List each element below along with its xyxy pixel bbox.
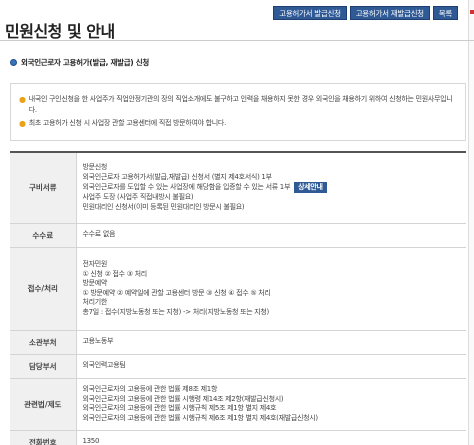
- scrollbar[interactable]: [468, 0, 474, 445]
- docs-line: 외국인근로자를 도입할 수 있는 사업장에 해당함을 입증할 수 있는 서류 1…: [82, 183, 291, 192]
- list-button[interactable]: 목록: [432, 6, 458, 20]
- notice-text: 내국인 구인신청을 한 사업주가 직업안정기관의 장의 직업소개에도 불구하고 …: [28, 95, 453, 114]
- notice-item: ● 내국인 구인신청을 한 사업주가 직업안정기관의 장의 직업소개에도 불구하고…: [19, 94, 457, 116]
- process-line: ① 방문예약 ② 예약일에 관할 고용센터 방문 ③ 신청 ④ 접수 ⑤ 처리: [82, 288, 271, 297]
- row-label-ministry: 소관부처: [10, 330, 76, 355]
- reissue-apply-button[interactable]: 고용허가서 재발급신청: [349, 6, 430, 20]
- process-line: 처리기한: [82, 298, 108, 306]
- table-row: 구비서류 방문신청 외국인근로자 고용허가서(발급,재발급) 신청서 (별지 제…: [10, 152, 466, 224]
- table-row: 전화번호 1350: [10, 430, 466, 445]
- notice-box: ● 내국인 구인신청을 한 사업주가 직업안정기관의 장의 직업소개에도 불구하고…: [10, 83, 466, 141]
- fee-value: 수수료 없음: [75, 223, 466, 248]
- laws-cell: 외국인근로자의 고용등에 관한 법률 제8조 제1항 외국인근로자의 고용등에 …: [75, 378, 466, 431]
- lightbulb-icon: ●: [19, 119, 26, 128]
- section-label: 외국인근로자 고용허가(발급, 재발급) 신청: [21, 58, 149, 67]
- process-line: 전자민원: [82, 260, 108, 268]
- table-row: 접수/처리 전자민원 ① 신청 ② 접수 ③ 처리 방문예약 ① 방문예약 ② …: [10, 247, 466, 331]
- process-line: ① 신청 ② 접수 ③ 처리: [82, 269, 148, 278]
- title-divider: [0, 40, 474, 41]
- process-line: 방문예약: [82, 279, 108, 287]
- row-label-docs: 구비서류: [10, 152, 76, 224]
- table-row: 담당부서 외국인력고용팀: [10, 354, 466, 379]
- notice-text: 최초 고용허가 신청 시 사업장 관할 고용센터에 직접 방문하여야 합니다.: [28, 119, 227, 127]
- ministry-value: 고용노동부: [75, 330, 466, 355]
- law-line: 외국인근로자의 고용등에 관한 법률 제8조 제1항: [82, 385, 218, 393]
- top-button-group: 고용허가서 발급신청 고용허가서 재발급신청 목록: [273, 6, 458, 20]
- table-row: 관련법/제도 외국인근로자의 고용등에 관한 법률 제8조 제1항 외국인근로자…: [10, 378, 466, 431]
- bullet-circle-icon: [10, 59, 17, 66]
- row-label-laws: 관련법/제도: [10, 378, 76, 431]
- issue-apply-button[interactable]: 고용허가서 발급신청: [273, 6, 347, 20]
- docs-line: 민원대리인 신청서(이미 등록된 민원대리인 방문시 불필요): [82, 202, 245, 211]
- row-label-process: 접수/처리: [10, 247, 76, 331]
- table-row: 소관부처 고용노동부: [10, 330, 466, 355]
- scroll-marker-icon: [470, 10, 474, 14]
- law-line: 외국인근로자의 고용등에 관한 법률 시행령 제14조 제2항(재발급신청시): [82, 394, 284, 403]
- detail-info-button[interactable]: 상세안내: [294, 182, 327, 194]
- process-cell: 전자민원 ① 신청 ② 접수 ③ 처리 방문예약 ① 방문예약 ② 예약일에 관…: [75, 247, 466, 331]
- row-label-phone: 전화번호: [10, 430, 76, 445]
- docs-line: 사업주 도장 (사업주 직접내방시 불필요): [82, 193, 194, 202]
- docs-line: 방문신청: [82, 163, 108, 172]
- notice-item: ● 최초 고용허가 신청 시 사업장 관할 고용센터에 직접 방문하여야 합니다.: [19, 118, 457, 129]
- lightbulb-icon: ●: [19, 95, 26, 104]
- law-line: 외국인근로자의 고용등에 관한 법률 시행규칙 제6조 제1항 별지 제4호(재…: [82, 413, 319, 422]
- table-row: 수수료 수수료 없음: [10, 223, 466, 248]
- process-line: 총7일 : 접수(지방노동청 또는 지청) -> 처리(지방노동청 또는 지청): [82, 307, 270, 316]
- row-label-fee: 수수료: [10, 223, 76, 248]
- docs-cell: 방문신청 외국인근로자 고용허가서(발급,재발급) 신청서 (별지 제4호서식)…: [75, 152, 466, 224]
- section-header: 외국인근로자 고용허가(발급, 재발급) 신청: [10, 57, 149, 68]
- page-title: 민원신청 및 안내: [5, 22, 115, 41]
- dept-value: 외국인력고용팀: [75, 354, 466, 379]
- law-line: 외국인근로자의 고용등에 관한 법률 시행규칙 제5조 제1항 별지 제4호: [82, 404, 277, 412]
- docs-line: 외국인근로자 고용허가서(발급,재발급) 신청서 (별지 제4호서식) 1부: [82, 172, 273, 181]
- info-table: 구비서류 방문신청 외국인근로자 고용허가서(발급,재발급) 신청서 (별지 제…: [10, 151, 466, 445]
- phone-value: 1350: [75, 430, 466, 445]
- docs-line-with-button: 외국인근로자를 도입할 수 있는 사업장에 해당함을 입증할 수 있는 서류 1…: [82, 182, 461, 194]
- row-label-dept: 담당부서: [10, 354, 76, 379]
